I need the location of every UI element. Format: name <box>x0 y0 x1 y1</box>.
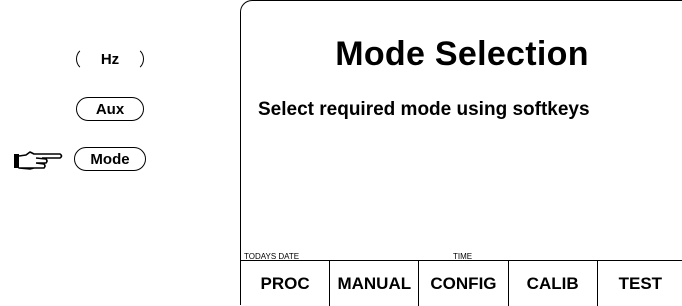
softkey-bar: PROC MANUAL CONFIG CALIB TEST <box>241 260 682 306</box>
display-screen: Mode Selection Select required mode usin… <box>240 0 682 306</box>
hardkey-panel: Hz Aux Mode <box>0 0 240 305</box>
softkey-calib[interactable]: CALIB <box>509 261 598 306</box>
mode-key[interactable]: Mode <box>74 147 146 171</box>
screen-title: Mode Selection <box>335 35 589 73</box>
softkey-proc[interactable]: PROC <box>241 261 331 306</box>
softkey-test[interactable]: TEST <box>598 261 682 306</box>
softkey-config[interactable]: CONFIG <box>419 261 509 306</box>
hz-key[interactable]: Hz <box>76 47 144 71</box>
softkey-manual[interactable]: MANUAL <box>330 261 420 306</box>
aux-key[interactable]: Aux <box>76 97 144 121</box>
screen-instruction: Select required mode using softkeys <box>258 99 590 120</box>
pointing-hand-icon <box>14 151 63 170</box>
